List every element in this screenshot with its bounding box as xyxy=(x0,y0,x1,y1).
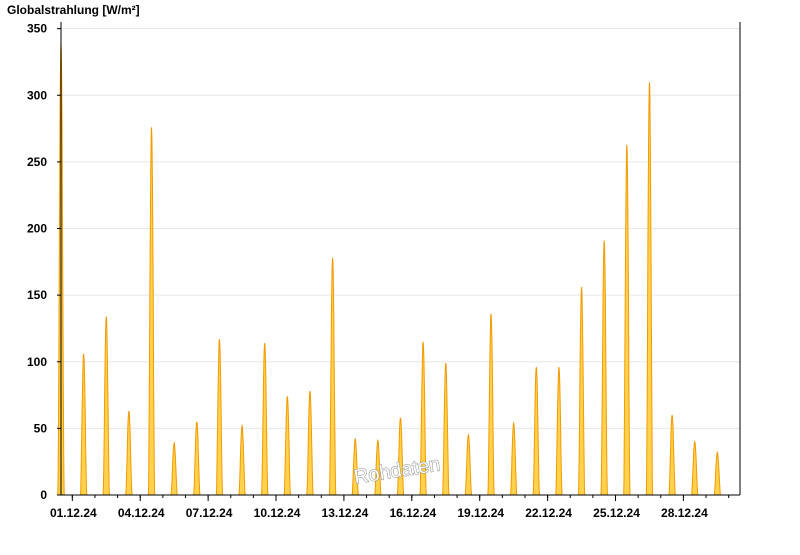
daily-radiation-area xyxy=(623,144,631,496)
radiation-chart: Globalstrahlung [W/m²] 0 50 100 150 200 250 30… xyxy=(7,3,741,520)
x-tick-label: 25.12.24 xyxy=(593,506,640,520)
x-axis-ticks: 01.12.24 04.12.24 07.12.24 10.12.24 13.12.24… xyxy=(50,495,730,520)
x-tick-label: 16.12.24 xyxy=(389,506,436,520)
series-area xyxy=(57,43,722,496)
y-tick-label: 250 xyxy=(27,155,47,169)
chart-container: Globalstrahlung [W/m²] 0 50 100 150 200 250 30… xyxy=(0,0,800,550)
daily-radiation-area xyxy=(509,421,518,496)
y-tick-label: 200 xyxy=(27,222,47,236)
daily-radiation-area xyxy=(193,421,201,496)
daily-radiation-area xyxy=(260,343,269,496)
daily-radiation-area xyxy=(600,240,608,496)
y-tick-label: 150 xyxy=(27,288,47,302)
daily-radiation-area xyxy=(283,396,292,496)
x-tick-label: 01.12.24 xyxy=(50,506,97,520)
daily-radiation-area xyxy=(170,441,178,496)
daily-radiation-area xyxy=(691,440,699,496)
y-tick-label: 350 xyxy=(27,22,47,36)
daily-radiation-area xyxy=(464,433,473,496)
chart-title: Globalstrahlung [W/m²] xyxy=(7,3,140,17)
daily-radiation-area xyxy=(713,451,722,496)
daily-radiation-area xyxy=(555,367,563,496)
x-tick-label: 13.12.24 xyxy=(322,506,369,520)
watermark: Rohdaten xyxy=(352,453,441,488)
daily-radiation-area xyxy=(577,287,586,496)
y-tick-label: 0 xyxy=(40,488,47,502)
y-tick-label: 300 xyxy=(27,88,47,102)
daily-radiation-area xyxy=(645,81,654,496)
daily-radiation-area xyxy=(487,313,495,496)
grid-lines xyxy=(61,28,740,429)
daily-radiation-area xyxy=(532,367,541,496)
y-tick-label: 50 xyxy=(34,421,48,435)
y-tick-label: 100 xyxy=(27,355,47,369)
daily-radiation-area xyxy=(102,316,110,496)
daily-radiation-area xyxy=(306,391,314,496)
daily-radiation-area xyxy=(442,363,450,496)
daily-radiation-area xyxy=(147,127,156,496)
daily-radiation-area xyxy=(668,414,676,496)
x-tick-label: 28.12.24 xyxy=(661,506,708,520)
daily-radiation-area xyxy=(328,257,337,496)
x-tick-label: 04.12.24 xyxy=(118,506,165,520)
daily-radiation-area xyxy=(79,353,88,496)
daily-radiation-area xyxy=(215,339,224,496)
y-axis-ticks: 0 50 100 150 200 250 300 350 xyxy=(27,22,61,502)
x-tick-label: 22.12.24 xyxy=(525,506,572,520)
daily-radiation-area xyxy=(238,423,246,496)
x-tick-label: 10.12.24 xyxy=(254,506,301,520)
daily-radiation-area xyxy=(125,410,133,496)
x-tick-label: 19.12.24 xyxy=(457,506,504,520)
daily-radiation-area xyxy=(396,417,405,496)
x-tick-label: 07.12.24 xyxy=(186,506,233,520)
